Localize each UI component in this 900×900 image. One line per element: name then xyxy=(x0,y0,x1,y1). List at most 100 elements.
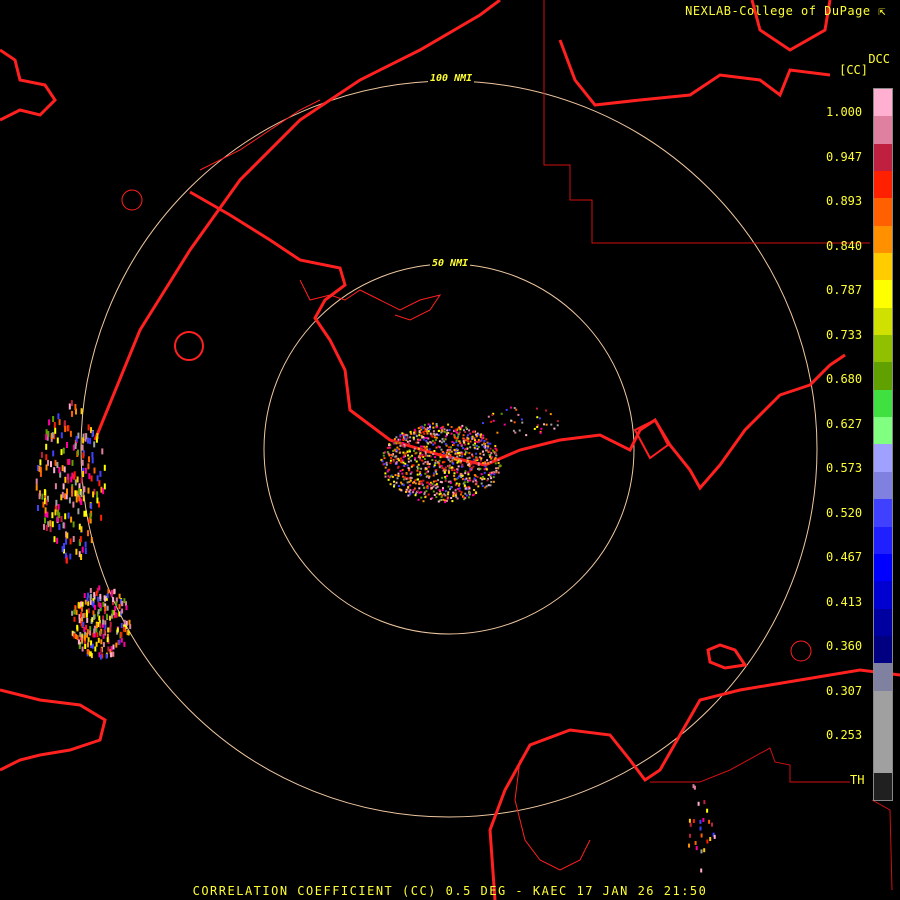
radar-echo-pixel xyxy=(97,637,100,643)
radar-echo-pixel xyxy=(451,469,454,472)
radar-echo-pixel xyxy=(460,491,463,494)
radar-echo-pixel xyxy=(428,448,431,451)
radar-echo-pixel xyxy=(713,834,716,839)
radar-echo-pixel xyxy=(398,448,401,451)
radar-echo-pixel xyxy=(489,475,492,478)
radar-echo-pixel xyxy=(706,808,709,813)
radar-echo-pixel xyxy=(414,494,417,497)
radar-echo-pixel xyxy=(479,467,482,470)
radar-echo-pixel xyxy=(106,593,109,599)
radar-echo-pixel xyxy=(450,450,453,453)
radar-echo-pixel xyxy=(43,489,46,496)
radar-echo-pixel xyxy=(399,460,402,463)
radar-echo-pixel xyxy=(474,440,477,443)
radar-echo-pixel xyxy=(494,462,497,465)
radar-echo-pixel xyxy=(553,427,556,430)
radar-echo-pixel xyxy=(57,504,60,510)
radar-echo-pixel xyxy=(112,597,115,603)
radar-echo-pixel xyxy=(70,476,73,483)
coastline-west xyxy=(0,48,57,122)
radar-echo-pixel xyxy=(461,463,464,466)
radar-echo-pixel xyxy=(706,839,709,844)
product-footer: CORRELATION COEFFICIENT (CC) 0.5 DEG - K… xyxy=(192,884,708,898)
radar-echo-pixel xyxy=(432,443,435,446)
radar-echo-pixel xyxy=(102,619,105,625)
radar-echo-pixel xyxy=(432,474,435,477)
radar-echo-pixel xyxy=(93,604,96,610)
coastline-central xyxy=(189,190,846,491)
radar-echo-pixel xyxy=(438,440,441,443)
radar-echo-pixel xyxy=(468,487,471,490)
radar-echo-pixel xyxy=(545,409,548,412)
radar-echo-pixel xyxy=(489,484,492,487)
radar-echo-pixel xyxy=(39,459,42,466)
radar-echo-pixel xyxy=(55,499,58,506)
radar-echo-pixel xyxy=(464,453,467,456)
radar-echo-pixel xyxy=(412,436,415,439)
radar-echo-pixel xyxy=(67,512,70,519)
radar-echo-pixel xyxy=(78,618,81,624)
radar-echo-pixel xyxy=(431,482,434,485)
radar-echo-pixel xyxy=(391,475,394,478)
radar-echo-pixel xyxy=(91,643,94,649)
radar-echo-pixel xyxy=(120,637,123,643)
radar-echo-pixel xyxy=(483,477,486,480)
radar-echo-pixel xyxy=(83,510,86,517)
radar-echo-pixel xyxy=(74,443,77,449)
radar-echo-pixel xyxy=(473,446,476,449)
radar-echo-pixel xyxy=(455,450,458,453)
radar-echo-pixel xyxy=(473,489,476,491)
radar-echo-pixel xyxy=(492,449,494,452)
radar-echo-pixel xyxy=(102,642,105,648)
radar-echo-pixel xyxy=(461,478,464,481)
radar-echo-pixel xyxy=(427,466,430,469)
radar-echo-pixel xyxy=(464,443,467,446)
radar-echo-pixel xyxy=(416,469,419,472)
radar-echo-pixel xyxy=(98,480,101,487)
radar-echo-pixel xyxy=(465,477,468,480)
color-scale-segment xyxy=(874,253,892,281)
radar-echo-pixel xyxy=(76,476,79,483)
radar-echo-pixel xyxy=(410,459,412,462)
radar-echo-pixel xyxy=(77,449,79,456)
radar-echo-pixel xyxy=(112,644,115,650)
radar-echo-pixel xyxy=(476,457,479,460)
radar-echo-pixel xyxy=(106,637,109,643)
radar-echo-pixel xyxy=(435,436,438,439)
radar-echo-pixel xyxy=(444,490,447,493)
radar-echo-pixel xyxy=(495,471,498,474)
radar-echo-pixel xyxy=(86,617,89,623)
radar-echo-pixel xyxy=(545,423,548,426)
radar-echo-pixel xyxy=(402,484,405,487)
radar-echo-pixel xyxy=(45,443,48,450)
color-scale-segment xyxy=(874,717,892,746)
radar-echo-pixel xyxy=(425,430,428,433)
radar-echo-pixel xyxy=(425,490,428,493)
radar-echo-pixel xyxy=(418,480,421,483)
radar-echo-pixel xyxy=(415,441,418,444)
radar-echo-pixel xyxy=(35,484,38,491)
radar-echo-pixel xyxy=(447,423,450,426)
radar-echo-pixel xyxy=(81,646,84,652)
radar-echo-pixel xyxy=(103,464,106,471)
radar-echo-pixel xyxy=(80,477,83,484)
radar-echo-pixel xyxy=(419,458,422,461)
radar-echo-pixel xyxy=(505,408,508,411)
radar-echo-pixel xyxy=(88,456,90,463)
radar-echo-pixel xyxy=(484,465,487,468)
radar-echo-pixel xyxy=(393,480,395,483)
radar-echo-pixel xyxy=(79,632,82,637)
radar-echo-pixel xyxy=(126,630,129,635)
radar-echo-pixel xyxy=(412,481,415,484)
radar-echo-pixel xyxy=(128,619,131,625)
radar-echo-pixel xyxy=(449,481,452,484)
radar-echo-pixel xyxy=(413,487,416,490)
radar-echo-pixel xyxy=(431,435,434,438)
radar-echo-pixel xyxy=(512,429,515,432)
radar-echo-pixel xyxy=(400,481,403,484)
radar-echo-pixel xyxy=(482,450,484,453)
radar-echo-pixel xyxy=(429,432,432,435)
radar-echo-pixel xyxy=(38,465,41,472)
radar-echo-pixel xyxy=(89,588,92,593)
radar-echo-pixel xyxy=(439,456,442,459)
